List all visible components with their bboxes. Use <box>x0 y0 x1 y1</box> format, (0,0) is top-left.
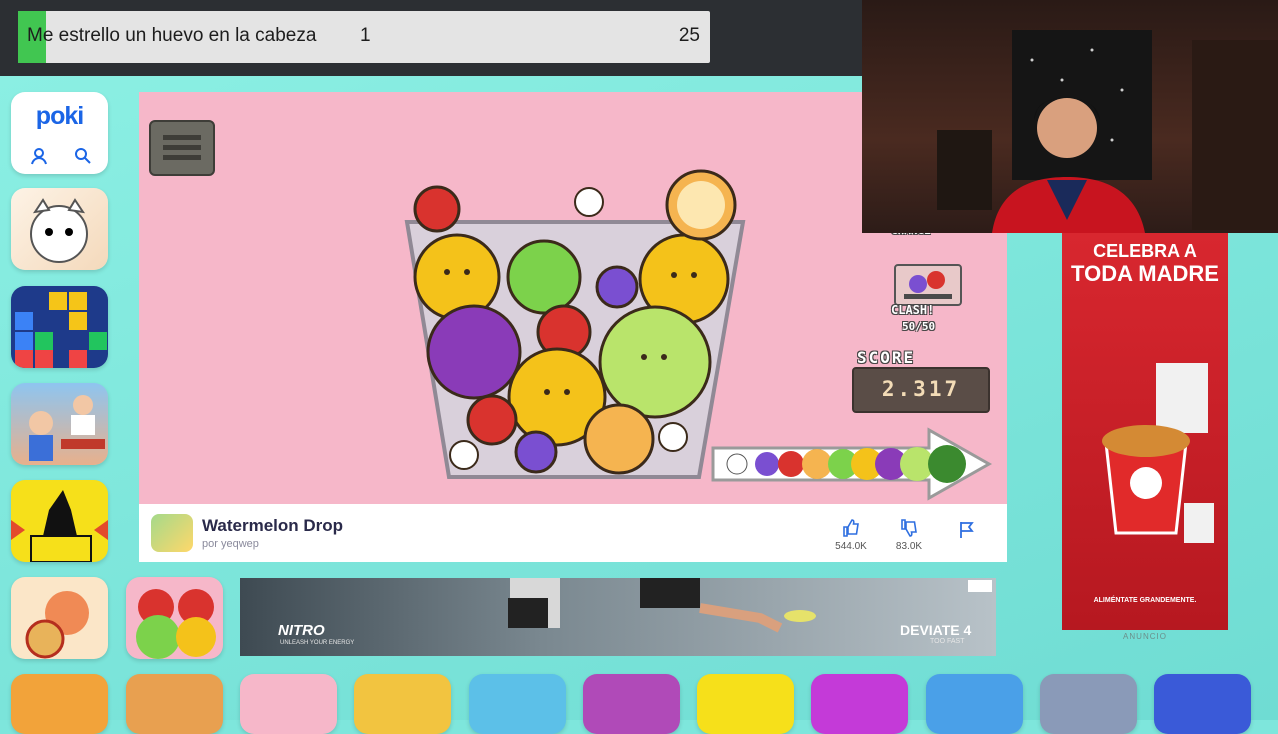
like-button[interactable]: 544.0K <box>829 518 873 552</box>
bubble-shooter-thumb[interactable] <box>1154 674 1251 734</box>
fruit-container <box>404 169 746 479</box>
dislike-count: 83.0K <box>895 541 923 552</box>
game-author: por yeqwep <box>202 538 259 550</box>
block-puzzle-thumb[interactable] <box>11 286 108 368</box>
orange-fruit <box>583 403 655 475</box>
fruit-merge-thumb[interactable] <box>126 577 223 659</box>
tomato-fruit <box>413 185 461 233</box>
ad-product-tagline: TOO FAST <box>930 638 965 645</box>
word-game-thumb[interactable] <box>583 674 680 734</box>
ad-brand-tagline: UNLEASH YOUR ENERGY <box>280 640 355 646</box>
thumbs-up-icon[interactable] <box>841 518 861 538</box>
poki-logo-tile[interactable]: poki <box>11 92 108 174</box>
game-info-bar: Watermelon Drop por yeqwep 544.0K 83.0K <box>139 504 1007 562</box>
subway-surfers-thumb[interactable] <box>354 674 451 734</box>
score-value: 2.317 <box>881 377 961 401</box>
like-count: 544.0K <box>835 541 867 552</box>
evolution-chain-arrow <box>711 427 993 501</box>
plum-fruit <box>426 304 522 400</box>
ad-choices-icon[interactable] <box>968 580 992 592</box>
garlic-fruit <box>658 422 688 452</box>
dislike-button[interactable]: 83.0K <box>887 518 931 552</box>
ad-footer: ALIMÉNTATE GRANDEMENTE. <box>1093 597 1197 604</box>
ad-label: ANUNCIO <box>1123 632 1167 641</box>
drop-game-thumb[interactable] <box>126 674 223 734</box>
garlic-drop-fruit <box>574 187 604 217</box>
goal-progress-bar: Me estrello un huevo en la cabeza 1 25 <box>18 11 710 63</box>
fruit-slice-thumb[interactable] <box>11 674 108 734</box>
ad-runners-image <box>508 578 816 633</box>
clash-label: CLASH! <box>891 303 935 317</box>
search-icon[interactable] <box>73 146 93 166</box>
ad-brand: NITRO <box>278 622 325 639</box>
goal-label: Me estrello un huevo en la cabeza <box>27 25 317 46</box>
webcam-overlay <box>862 0 1278 233</box>
apple-fruit <box>506 239 582 315</box>
tomato-fruit <box>466 394 518 446</box>
score-label: SCORE <box>857 348 916 367</box>
melon-fruit <box>598 305 712 419</box>
bottom-ad-banner[interactable]: NITRO UNLEASH YOUR ENERGY DEVIATE 4 TOO … <box>240 578 996 656</box>
grape-fruit <box>514 430 558 474</box>
fish-game-thumb[interactable] <box>469 674 566 734</box>
clash-button[interactable] <box>894 264 962 306</box>
ad-product-image <box>1102 363 1214 543</box>
ad-product-name: DEVIATE 4 <box>900 622 972 638</box>
score-display: 2.317 <box>852 367 990 413</box>
restaurant-game-thumb[interactable] <box>11 383 108 465</box>
cat-game-thumb[interactable] <box>11 188 108 270</box>
blocky-game-thumb[interactable] <box>697 674 794 734</box>
snake-game-thumb[interactable] <box>811 674 908 734</box>
game-title: Watermelon Drop <box>202 516 344 535</box>
hamburger-menu-icon[interactable] <box>149 120 215 176</box>
flag-icon[interactable] <box>957 520 977 540</box>
stream-overlay-bar: Me estrello un huevo en la cabeza 1 25 <box>0 0 862 76</box>
goal-current: 1 <box>360 25 371 46</box>
grape-fruit <box>595 265 639 309</box>
grape-game-thumb[interactable] <box>240 674 337 734</box>
garlic-fruit <box>449 440 479 470</box>
user-icon[interactable] <box>29 146 49 166</box>
ad-headline-1: CELEBRA A <box>1093 241 1197 261</box>
poki-logo[interactable]: poki <box>11 102 108 131</box>
clash-count: 50/50 <box>902 320 936 333</box>
stickman-game-thumb[interactable] <box>11 480 108 562</box>
game-thumbnail <box>151 514 193 552</box>
thumbs-down-icon[interactable] <box>899 518 919 538</box>
pizza-cat-thumb[interactable] <box>11 577 108 659</box>
right-ad-banner[interactable]: CELEBRA A TODA MADRE ALIMÉNTATE GRANDEME… <box>1062 233 1228 630</box>
goal-target: 25 <box>678 25 700 46</box>
orange-inner <box>677 181 725 229</box>
sort-game-thumb[interactable] <box>1040 674 1137 734</box>
knife-game-thumb[interactable] <box>926 674 1023 734</box>
ad-headline-2: TODA MADRE <box>1071 261 1219 286</box>
